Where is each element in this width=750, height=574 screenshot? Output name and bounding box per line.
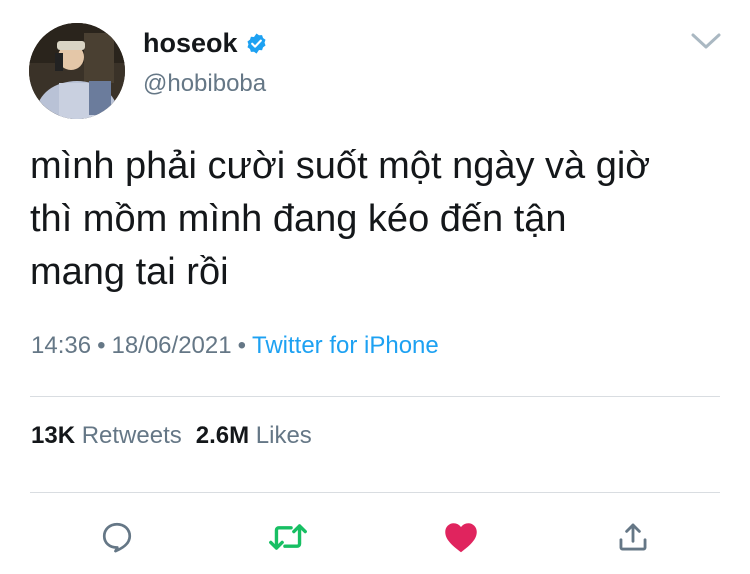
tweet-text: mình phải cười suốt một ngày và giờ thì … [30,140,710,299]
likes-label: Likes [255,422,312,449]
tweet-stats: 13K Retweets 2.6M Likes [31,422,312,450]
likes-count: 2.6M [195,422,250,449]
heart-icon [445,523,477,553]
tweet-text-line: mình phải cười suốt một ngày và giờ [30,145,651,187]
reply-button[interactable] [97,517,137,557]
retweet-icon [269,524,307,550]
retweets-stat[interactable]: 13K Retweets [31,422,182,449]
retweets-label: Retweets [81,422,182,449]
meta-separator: • [97,332,106,359]
user-name-row[interactable]: hoseok [143,28,268,59]
share-button[interactable] [613,517,653,557]
retweet-button[interactable] [268,517,308,557]
avatar[interactable] [29,23,125,119]
tweet-text-line: mang tai rồi [30,251,229,293]
tweet-text-line: thì mồm mình đang kéo đến tận [30,198,567,240]
reply-icon [102,522,132,553]
avatar-photo-icon [29,23,125,119]
divider [30,396,720,397]
display-name[interactable]: hoseok [143,28,238,59]
likes-stat[interactable]: 2.6M Likes [196,422,312,449]
like-button[interactable] [441,517,481,557]
divider [30,492,720,493]
tweet-date[interactable]: 18/06/2021 [111,332,231,359]
tweet-source-link[interactable]: Twitter for iPhone [252,332,439,359]
share-icon [619,523,647,551]
user-handle[interactable]: @hobiboba [143,70,266,98]
meta-separator: • [237,332,246,359]
retweets-count: 13K [31,422,76,449]
verified-badge-icon [245,32,268,55]
tweet-time[interactable]: 14:36 [31,332,91,359]
tweet-meta: 14:36 • 18/06/2021 • Twitter for iPhone [31,332,439,360]
chevron-down-icon[interactable] [690,30,722,52]
